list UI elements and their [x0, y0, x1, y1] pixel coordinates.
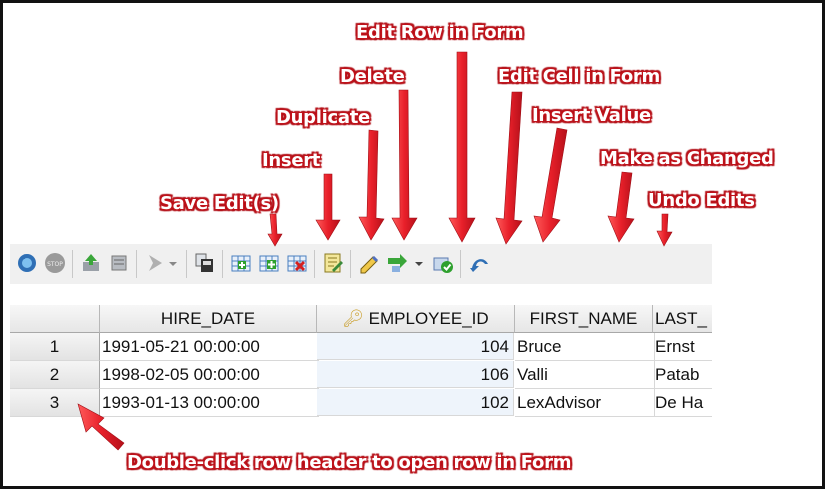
toolbar: STOP: [10, 244, 712, 284]
cell-last-name[interactable]: De Ha: [653, 389, 712, 417]
callout-edit-row-in-form: Edit Row in Form: [356, 22, 524, 43]
cell-first-name[interactable]: Valli: [515, 361, 655, 389]
table-row[interactable]: 2 1998-02-05 00:00:00 106 Valli Patab: [10, 361, 712, 389]
cell-last-name[interactable]: Ernst: [653, 333, 712, 361]
callout-undo-edits: Undo Edits: [648, 190, 755, 211]
callout-duplicate: Duplicate: [276, 107, 370, 128]
column-header-hire-date[interactable]: HIRE_DATE: [100, 305, 317, 333]
column-header-employee-id-label: EMPLOYEE_ID: [368, 309, 489, 328]
run-icon[interactable]: [144, 252, 166, 274]
dropdown-icon[interactable]: [166, 252, 180, 274]
column-header-last-name[interactable]: LAST_: [653, 305, 712, 333]
callout-edit-cell-in-form: Edit Cell in Form: [498, 66, 660, 87]
svg-text:STOP: STOP: [47, 261, 63, 268]
cell-hire-date[interactable]: 1993-01-13 00:00:00: [100, 389, 319, 417]
save-edits-icon[interactable]: [194, 252, 216, 274]
cell-hire-date[interactable]: 1998-02-05 00:00:00: [100, 361, 319, 389]
refresh-icon[interactable]: [16, 252, 38, 274]
table-row[interactable]: 3 1993-01-13 00:00:00 102 LexAdvisor De …: [10, 389, 712, 417]
make-as-changed-icon[interactable]: [432, 252, 454, 274]
callout-insert: Insert: [262, 150, 321, 171]
callout-make-as-changed: Make as Changed: [600, 148, 774, 169]
cell-hire-date[interactable]: 1991-05-21 00:00:00: [100, 333, 319, 361]
cell-first-name[interactable]: Bruce: [515, 333, 655, 361]
table-row[interactable]: 1 1991-05-21 00:00:00 104 Bruce Ernst: [10, 333, 712, 361]
grid-header-row: HIRE_DATE 🔑︎ EMPLOYEE_ID FIRST_NAME LAST…: [10, 305, 712, 333]
export-icon[interactable]: [80, 252, 102, 274]
edit-row-form-icon[interactable]: [322, 252, 344, 274]
callout-save-edits: Save Edit(s): [160, 193, 279, 214]
insert-value-icon[interactable]: [386, 252, 408, 274]
insert-row-icon[interactable]: [230, 252, 252, 274]
cell-employee-id[interactable]: 104: [317, 333, 514, 360]
callout-double-click-tip: Double-click row header to open row in F…: [127, 452, 572, 473]
key-icon: 🔑︎: [342, 309, 364, 328]
toolbar-separator: [72, 250, 73, 278]
stop-icon[interactable]: STOP: [44, 252, 66, 274]
dropdown-icon[interactable]: [412, 252, 426, 274]
edit-cell-form-icon[interactable]: [358, 252, 380, 274]
toolbar-separator: [136, 250, 137, 278]
toolbar-separator: [460, 250, 461, 278]
row-header[interactable]: 2: [10, 361, 100, 389]
delete-row-icon[interactable]: [286, 252, 308, 274]
cell-employee-id[interactable]: 102: [317, 389, 514, 416]
column-header-employee-id[interactable]: 🔑︎ EMPLOYEE_ID: [317, 305, 515, 333]
filter-icon[interactable]: [108, 252, 130, 274]
row-header[interactable]: 1: [10, 333, 100, 361]
results-grid: HIRE_DATE 🔑︎ EMPLOYEE_ID FIRST_NAME LAST…: [10, 305, 712, 420]
cell-last-name[interactable]: Patab: [653, 361, 712, 389]
cell-employee-id[interactable]: 106: [317, 361, 514, 388]
undo-edits-icon[interactable]: [468, 252, 490, 274]
toolbar-separator: [350, 250, 351, 278]
column-header-first-name[interactable]: FIRST_NAME: [515, 305, 653, 333]
callout-insert-value: Insert Value: [532, 105, 651, 126]
corner-header[interactable]: [10, 305, 100, 333]
callout-delete: Delete: [340, 66, 405, 87]
toolbar-separator: [186, 250, 187, 278]
toolbar-separator: [314, 250, 315, 278]
cell-first-name[interactable]: LexAdvisor: [515, 389, 655, 417]
duplicate-row-icon[interactable]: [258, 252, 280, 274]
toolbar-separator: [222, 250, 223, 278]
row-header[interactable]: 3: [10, 389, 100, 417]
